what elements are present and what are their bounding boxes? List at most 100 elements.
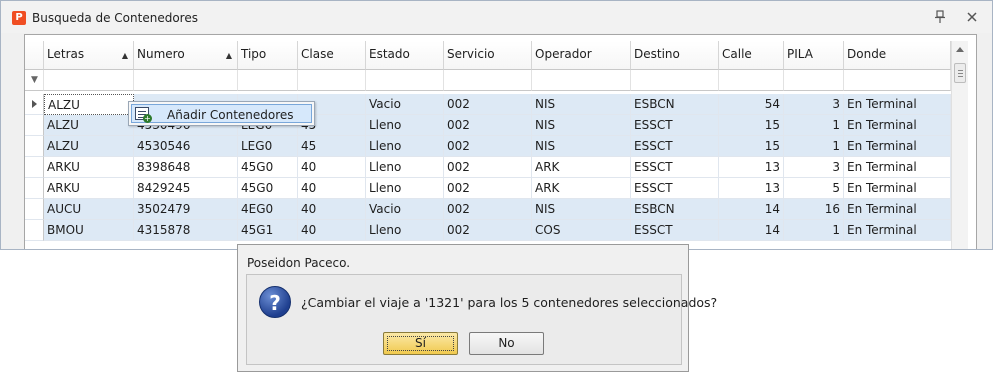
table-cell[interactable]: 45G0 xyxy=(238,157,298,178)
table-cell[interactable]: 45G0 xyxy=(238,178,298,199)
table-cell[interactable]: ARKU xyxy=(44,157,134,178)
table-cell[interactable]: NIS xyxy=(532,136,631,157)
row-indicator[interactable] xyxy=(25,94,44,115)
table-cell[interactable]: 45G1 xyxy=(238,220,298,241)
table-cell[interactable]: En Terminal xyxy=(844,94,951,115)
table-cell[interactable]: 45 xyxy=(298,136,366,157)
table-cell[interactable]: Lleno xyxy=(366,178,444,199)
table-row[interactable]: ALZU 4530546 LEG0 45 Lleno 002 NIS ESSCT 15 1 En T… xyxy=(25,136,951,157)
filter-input[interactable] xyxy=(719,70,784,91)
scroll-thumb[interactable] xyxy=(954,63,966,83)
table-cell[interactable]: En Terminal xyxy=(844,178,951,199)
table-cell[interactable]: 3502479 xyxy=(134,199,238,220)
table-cell[interactable]: ESSCT xyxy=(631,115,719,136)
table-cell[interactable]: COS xyxy=(532,220,631,241)
table-cell[interactable]: 54 xyxy=(719,94,784,115)
table-cell[interactable]: Lleno xyxy=(366,220,444,241)
table-row[interactable]: AUCU 3502479 4EG0 40 Vacio 002 NIS ESBCN 14 16 En … xyxy=(25,199,951,220)
table-cell[interactable]: 40 xyxy=(298,220,366,241)
filter-input[interactable] xyxy=(134,70,238,91)
table-cell[interactable]: Vacio xyxy=(366,94,444,115)
table-row[interactable]: ARKU 8398648 45G0 40 Lleno 002 ARK ESSCT 13 3 En T… xyxy=(25,157,951,178)
table-cell[interactable]: NIS xyxy=(532,199,631,220)
table-cell[interactable]: 15 xyxy=(719,136,784,157)
table-cell[interactable]: ESSCT xyxy=(631,136,719,157)
table-cell[interactable]: 16 xyxy=(784,199,844,220)
table-cell[interactable]: Vacio xyxy=(366,199,444,220)
column-header[interactable]: Estado xyxy=(366,41,444,70)
table-cell[interactable]: 002 xyxy=(444,94,532,115)
table-cell[interactable]: ALZU xyxy=(44,115,134,136)
table-cell[interactable]: ARKU xyxy=(44,178,134,199)
table-cell[interactable]: 14 xyxy=(719,199,784,220)
menu-item-add-containers[interactable]: + Añadir Contenedores xyxy=(131,104,312,123)
row-indicator[interactable] xyxy=(25,178,44,199)
table-cell[interactable]: 3 xyxy=(784,157,844,178)
scroll-up-icon[interactable] xyxy=(956,47,964,52)
filter-input[interactable] xyxy=(238,70,298,91)
table-cell[interactable]: ESBCN xyxy=(631,94,719,115)
filter-input[interactable] xyxy=(366,70,444,91)
table-cell[interactable]: 13 xyxy=(719,178,784,199)
filter-input[interactable] xyxy=(44,70,134,91)
table-cell[interactable]: 4530546 xyxy=(134,136,238,157)
table-cell[interactable]: 4315878 xyxy=(134,220,238,241)
table-cell[interactable]: 002 xyxy=(444,136,532,157)
table-cell[interactable]: 002 xyxy=(444,115,532,136)
filter-input[interactable] xyxy=(631,70,719,91)
table-cell[interactable]: 8398648 xyxy=(134,157,238,178)
table-cell[interactable]: AUCU xyxy=(44,199,134,220)
table-cell[interactable]: ALZU xyxy=(44,94,134,115)
table-cell[interactable]: 5 xyxy=(784,178,844,199)
column-header[interactable]: Clase xyxy=(298,41,366,70)
table-cell[interactable]: 1 xyxy=(784,220,844,241)
table-cell[interactable]: En Terminal xyxy=(844,220,951,241)
table-cell[interactable]: 14 xyxy=(719,220,784,241)
row-indicator[interactable] xyxy=(25,220,44,241)
column-header[interactable]: Destino xyxy=(631,41,719,70)
table-cell[interactable]: BMOU xyxy=(44,220,134,241)
table-cell[interactable]: 40 xyxy=(298,157,366,178)
table-cell[interactable]: 15 xyxy=(719,115,784,136)
filter-input[interactable] xyxy=(844,70,951,91)
table-cell[interactable]: Lleno xyxy=(366,136,444,157)
column-header[interactable]: Calle xyxy=(719,41,784,70)
table-cell[interactable]: 1 xyxy=(784,115,844,136)
row-indicator[interactable] xyxy=(25,157,44,178)
table-cell[interactable]: ARK xyxy=(532,157,631,178)
pin-icon[interactable] xyxy=(930,8,950,26)
table-cell[interactable]: NIS xyxy=(532,115,631,136)
vertical-scrollbar[interactable] xyxy=(951,41,968,249)
table-cell[interactable]: En Terminal xyxy=(844,136,951,157)
table-cell[interactable]: NIS xyxy=(532,94,631,115)
table-cell[interactable]: ESSCT xyxy=(631,178,719,199)
table-cell[interactable]: ESSCT xyxy=(631,220,719,241)
table-cell[interactable]: En Terminal xyxy=(844,157,951,178)
filter-input[interactable] xyxy=(784,70,844,91)
table-cell[interactable]: Lleno xyxy=(366,115,444,136)
table-row[interactable]: ARKU 8429245 45G0 40 Lleno 002 ARK ESSCT 13 5 En T… xyxy=(25,178,951,199)
column-header[interactable]: Donde xyxy=(844,41,951,70)
yes-button[interactable]: Sí xyxy=(383,332,458,355)
table-cell[interactable]: 002 xyxy=(444,157,532,178)
column-header[interactable]: Servicio xyxy=(444,41,532,70)
close-icon[interactable] xyxy=(962,8,982,26)
column-header[interactable]: Tipo xyxy=(238,41,298,70)
table-cell[interactable]: 40 xyxy=(298,178,366,199)
row-indicator[interactable] xyxy=(25,115,44,136)
filter-input[interactable] xyxy=(444,70,532,91)
column-header[interactable]: Operador xyxy=(532,41,631,70)
table-cell[interactable]: ESSCT xyxy=(631,157,719,178)
row-indicator[interactable] xyxy=(25,136,44,157)
table-cell[interactable]: 4EG0 xyxy=(238,199,298,220)
table-row[interactable]: BMOU 4315878 45G1 40 Lleno 002 COS ESSCT 14 1 En T… xyxy=(25,220,951,241)
table-cell[interactable]: 002 xyxy=(444,199,532,220)
filter-input[interactable] xyxy=(298,70,366,91)
row-indicator[interactable] xyxy=(25,199,44,220)
column-header[interactable]: Letras ▲ xyxy=(44,41,134,70)
table-cell[interactable]: ARK xyxy=(532,178,631,199)
table-cell[interactable]: ALZU xyxy=(44,136,134,157)
table-cell[interactable]: 13 xyxy=(719,157,784,178)
table-cell[interactable]: En Terminal xyxy=(844,199,951,220)
column-header[interactable]: Numero ▲ xyxy=(134,41,238,70)
